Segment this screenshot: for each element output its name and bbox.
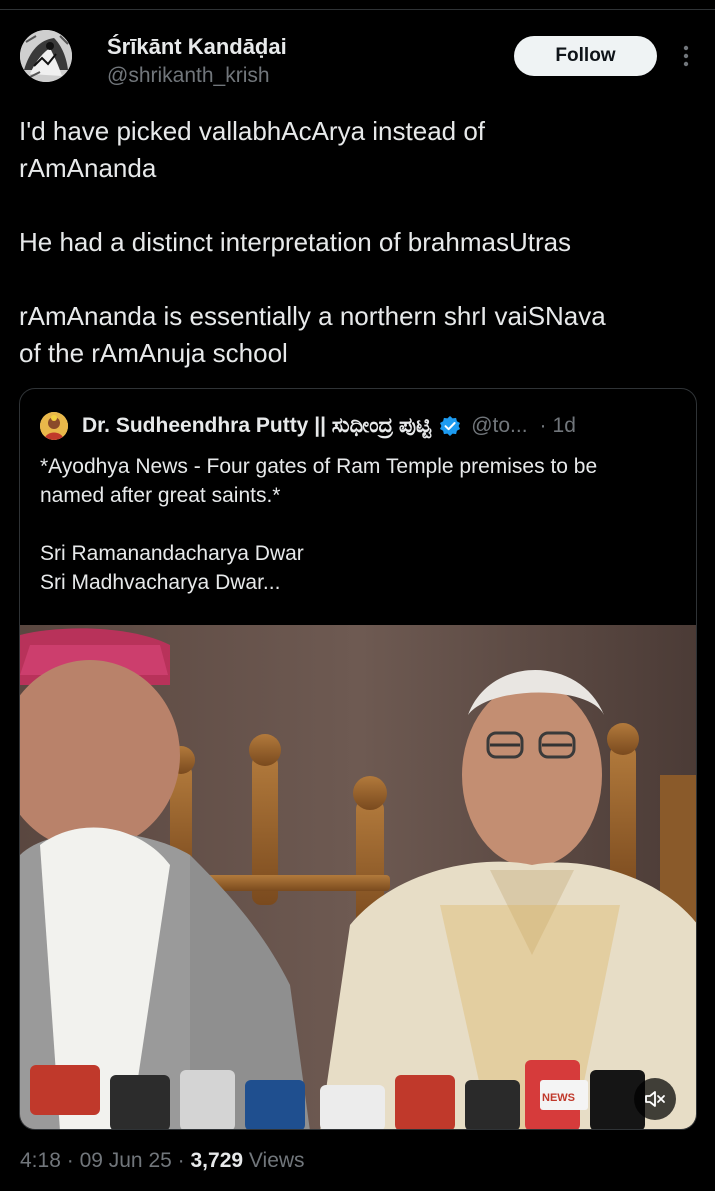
video-player[interactable]: NEWS xyxy=(20,625,696,1129)
top-divider xyxy=(0,0,715,10)
tweet-date[interactable]: 09 Jun 25 xyxy=(80,1149,172,1172)
quoted-text-line: *Ayodhya News - Four gates of Ram Temple… xyxy=(40,455,598,478)
more-dots-icon xyxy=(683,45,689,67)
tweet-text: I'd have picked vallabhAcArya instead of… xyxy=(19,113,689,372)
follow-button[interactable]: Follow xyxy=(514,36,657,76)
more-options-button[interactable] xyxy=(674,44,698,68)
tweet-text-line: rAmAnanda is essentially a northern shrI… xyxy=(19,301,606,331)
quoted-timestamp[interactable]: 1d xyxy=(553,414,576,438)
quoted-text-line: Sri Madhvacharya Dwar... xyxy=(40,571,281,594)
author-avatar-image xyxy=(20,30,72,82)
tweet-metadata: 4:18 · 09 Jun 25 · 3,729 Views xyxy=(20,1149,305,1173)
quoted-separator: · xyxy=(539,414,547,437)
mute-toggle-button[interactable] xyxy=(634,1078,676,1120)
meta-separator: · xyxy=(177,1149,185,1172)
tweet-time[interactable]: 4:18 xyxy=(20,1149,61,1172)
views-label: Views xyxy=(248,1149,305,1172)
tweet-text-line: rAmAnanda xyxy=(19,153,157,183)
views-count[interactable]: 3,729 xyxy=(191,1149,244,1172)
tweet-text-line: of the rAmAnuja school xyxy=(19,338,288,368)
quoted-author-handle[interactable]: @to... xyxy=(471,414,527,438)
quoted-tweet-header: Dr. Sudheendhra Putty || ಸುಧೀಂದ್ರ ಪುಟ್ಟಿ… xyxy=(82,414,576,438)
speaker-muted-icon xyxy=(645,1091,665,1107)
quoted-author-avatar-image xyxy=(40,412,68,440)
quoted-text-line: Sri Ramanandacharya Dwar xyxy=(40,542,304,565)
author-avatar[interactable] xyxy=(20,30,72,82)
quoted-author-name[interactable]: Dr. Sudheendhra Putty || ಸುಧೀಂದ್ರ ಪುಟ್ಟಿ xyxy=(82,414,431,438)
author-handle[interactable]: @shrikanth_krish xyxy=(107,64,270,88)
quoted-text-line: named after great saints.* xyxy=(40,484,281,507)
mic-label: NEWS xyxy=(542,1092,575,1104)
author-name[interactable]: Śrīkānt Kandāḍai xyxy=(107,34,287,60)
quoted-tweet-text: *Ayodhya News - Four gates of Ram Temple… xyxy=(40,452,680,597)
tweet-text-line: I'd have picked vallabhAcArya instead of xyxy=(19,116,486,146)
tweet-text-line: He had a distinct interpretation of brah… xyxy=(19,227,572,257)
quoted-tweet-card[interactable]: Dr. Sudheendhra Putty || ಸುಧೀಂದ್ರ ಪುಟ್ಟಿ… xyxy=(19,388,697,1130)
quoted-author-avatar[interactable] xyxy=(40,412,68,440)
video-frame-image: NEWS xyxy=(20,625,696,1129)
meta-separator: · xyxy=(66,1149,74,1172)
verified-badge-icon xyxy=(440,416,461,436)
